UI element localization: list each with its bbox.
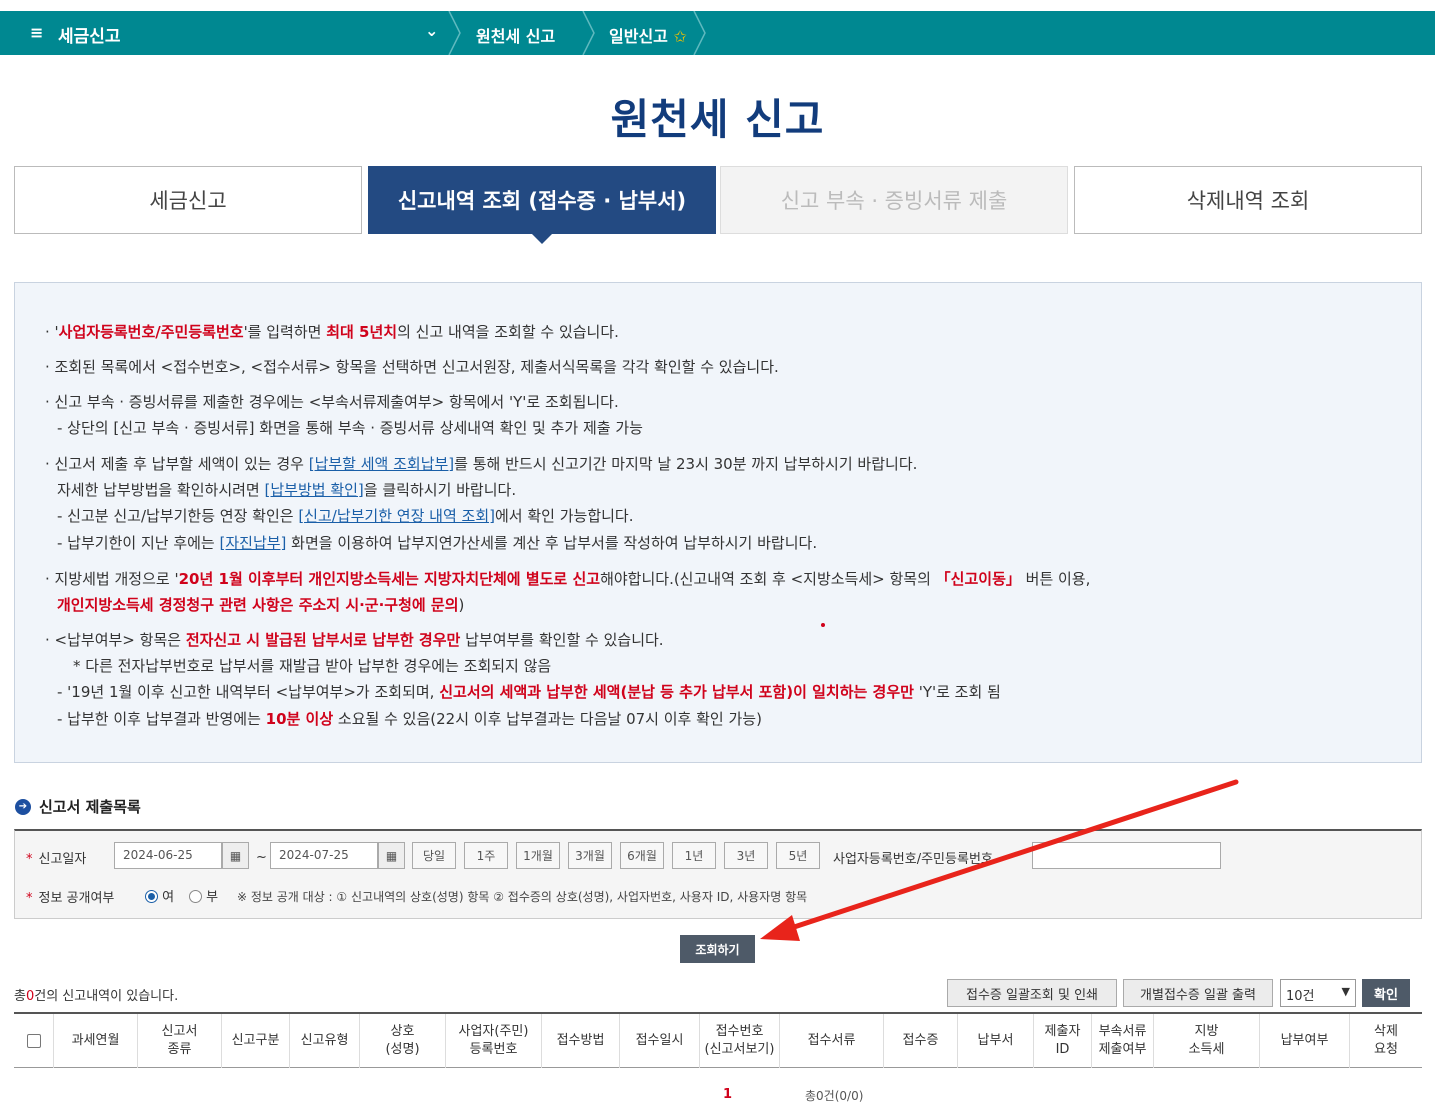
annotation-arrow-icon [760,779,1239,941]
